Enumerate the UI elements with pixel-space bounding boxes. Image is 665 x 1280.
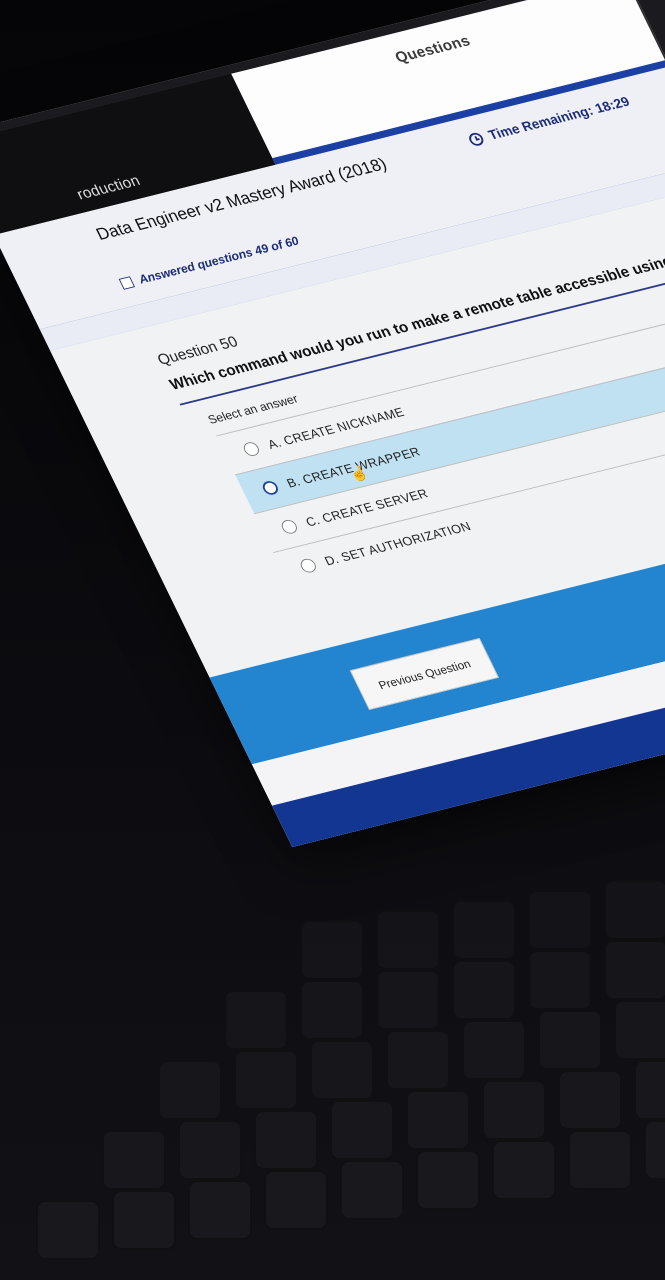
laptop-keyboard <box>0 860 665 1280</box>
radio-button[interactable] <box>279 518 300 536</box>
tab-questions-label: Questions <box>392 32 474 67</box>
radio-button[interactable] <box>298 557 319 574</box>
keyboard-key <box>158 1060 222 1120</box>
keyboard-key <box>330 1100 394 1160</box>
quiz-screen: roduction Questions Data Engineer v2 Mas… <box>0 0 665 847</box>
keyboard-key <box>452 900 516 960</box>
previous-question-button[interactable]: Previous Question <box>349 637 499 711</box>
keyboard-key <box>528 890 592 950</box>
keyboard-key <box>644 1120 665 1180</box>
keyboard-key <box>482 1080 546 1140</box>
checkbox-icon <box>118 276 136 290</box>
keyboard-key <box>178 1120 242 1180</box>
keyboard-key <box>224 990 288 1050</box>
keyboard-key <box>492 1140 556 1200</box>
keyboard-key <box>102 1130 166 1190</box>
photo-scene: roduction Questions Data Engineer v2 Mas… <box>0 0 665 1280</box>
keyboard-key <box>36 1200 100 1260</box>
keyboard-key <box>300 980 364 1040</box>
keyboard-key <box>234 1050 298 1110</box>
keyboard-key <box>568 1130 632 1190</box>
radio-button[interactable] <box>260 479 281 497</box>
keyboard-key <box>452 960 516 1020</box>
keyboard-key <box>614 1000 665 1060</box>
keyboard-key <box>310 1040 374 1100</box>
keyboard-key <box>528 950 592 1010</box>
radio-button[interactable] <box>241 440 262 458</box>
keyboard-key <box>376 970 440 1030</box>
keyboard-key <box>188 1180 252 1240</box>
keyboard-key <box>264 1170 328 1230</box>
keyboard-key <box>254 1110 318 1170</box>
keyboard-key <box>416 1150 480 1210</box>
clock-icon <box>466 131 486 148</box>
keyboard-key <box>462 1020 526 1080</box>
keyboard-key <box>538 1010 602 1070</box>
keyboard-key <box>558 1070 622 1130</box>
keyboard-key <box>406 1090 470 1150</box>
keyboard-key <box>634 1060 665 1120</box>
keyboard-key <box>376 910 440 970</box>
keyboard-key <box>300 920 364 980</box>
keyboard-key <box>386 1030 450 1090</box>
keyboard-key <box>112 1190 176 1250</box>
keyboard-key <box>340 1160 404 1220</box>
tab-introduction-label: roduction <box>73 171 143 203</box>
keyboard-key <box>604 880 665 940</box>
keyboard-key <box>604 940 665 1000</box>
